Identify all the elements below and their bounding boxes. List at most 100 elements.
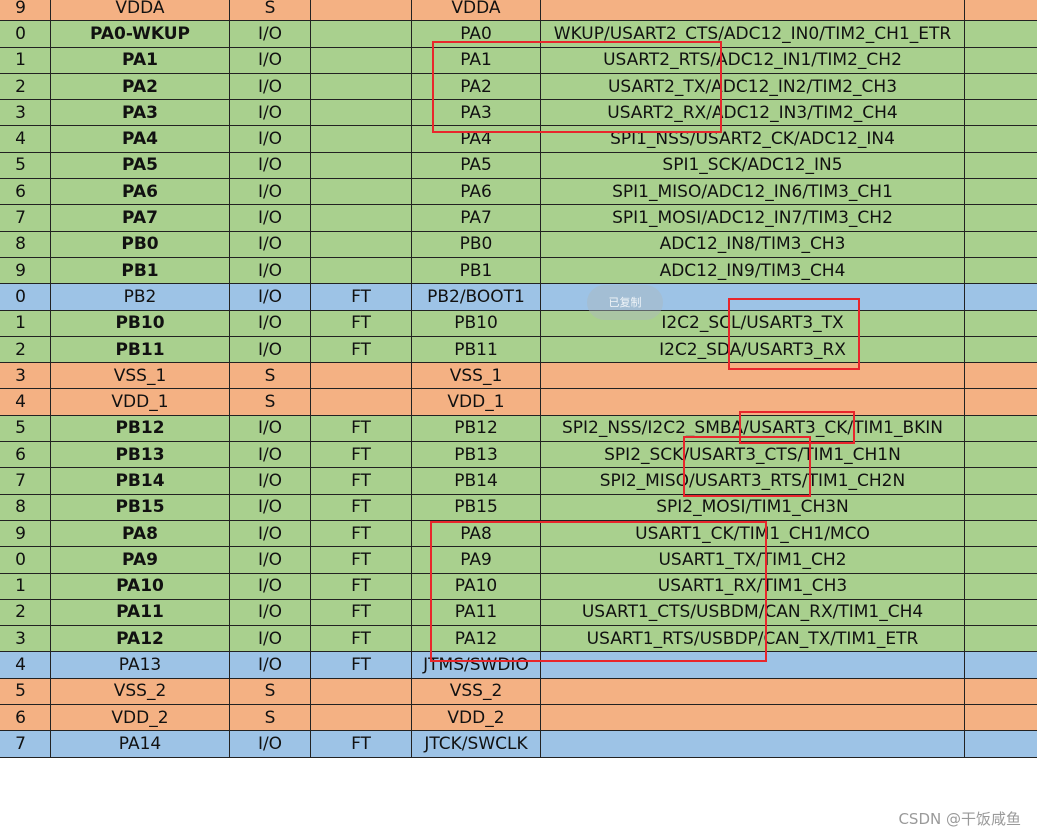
main-function-cell: PA10 — [411, 572, 541, 600]
table-row: 8 PB0 I/O PB0 ADC12_IN8/TIM3_CH3 — [0, 230, 1037, 258]
pin-name-cell: PA3 — [50, 99, 230, 127]
pin-number-cell: 0 — [0, 20, 51, 48]
pin-type-cell: I/O — [229, 99, 311, 127]
alternate-function-cell: SPI1_SCK/ADC12_IN5 — [540, 151, 965, 180]
pin-number-cell: 0 — [0, 546, 51, 574]
pin-type-cell: I/O — [229, 414, 311, 443]
pin-type-cell: I/O — [229, 730, 311, 758]
io-level-cell — [310, 20, 412, 48]
io-level-cell — [310, 99, 412, 127]
remap-cell — [964, 335, 1037, 364]
pin-name-cell: VDD_1 — [50, 388, 230, 416]
remap-cell — [964, 651, 1037, 679]
table-row: 5 PA5 I/O PA5 SPI1_SCK/ADC12_IN5 — [0, 151, 1037, 180]
main-function-cell: PA4 — [411, 125, 541, 153]
io-level-cell — [310, 362, 412, 390]
alternate-function-cell: USART1_RTS/USBDP/CAN_TX/TIM1_ETR — [540, 625, 965, 653]
remap-cell — [964, 493, 1037, 521]
pin-name-cell: VDDA — [50, 0, 230, 22]
pin-name-cell: PA6 — [50, 178, 230, 206]
pin-number-cell: 3 — [0, 99, 51, 127]
io-level-cell — [310, 704, 412, 732]
alternate-function-cell — [540, 0, 965, 22]
pin-name-cell: VDD_2 — [50, 704, 230, 732]
pin-name-cell: PA5 — [50, 151, 230, 180]
pin-number-cell: 1 — [0, 572, 51, 600]
remap-cell — [964, 20, 1037, 48]
pin-type-cell: I/O — [229, 230, 311, 258]
remap-cell — [964, 125, 1037, 153]
main-function-cell: PA1 — [411, 46, 541, 74]
io-level-cell — [310, 72, 412, 101]
remap-cell — [964, 99, 1037, 127]
pin-name-cell: PA0-WKUP — [50, 20, 230, 48]
table-row: 3 PA3 I/O PA3 USART2_RX/ADC12_IN3/TIM2_CH4 — [0, 99, 1037, 127]
main-function-cell: JTCK/SWCLK — [411, 730, 541, 758]
alternate-function-cell: SPI1_MISO/ADC12_IN6/TIM3_CH1 — [540, 178, 965, 206]
pin-name-cell: PB15 — [50, 493, 230, 521]
pin-type-cell: S — [229, 362, 311, 390]
table-row: 2 PA11 I/O FT PA11 USART1_CTS/USBDM/CAN_RX/TI… — [0, 598, 1037, 627]
alternate-function-cell — [540, 730, 965, 758]
remap-cell — [964, 46, 1037, 74]
table-row: 5 PB12 I/O FT PB12 SPI2_NSS/I2C2_SMBA/USART3_… — [0, 414, 1037, 443]
io-level-cell: FT — [310, 572, 412, 600]
pin-type-cell: I/O — [229, 283, 311, 311]
io-level-cell — [310, 388, 412, 416]
pin-name-cell: PA1 — [50, 46, 230, 74]
main-function-cell: PA8 — [411, 519, 541, 548]
table-row: 3 PA12 I/O FT PA12 USART1_RTS/USBDP/CAN_TX/TI… — [0, 625, 1037, 653]
table-row: 6 VDD_2 S VDD_2 — [0, 704, 1037, 732]
main-function-cell: PA11 — [411, 598, 541, 627]
pin-name-cell: VSS_1 — [50, 362, 230, 390]
remap-cell — [964, 256, 1037, 285]
pin-type-cell: I/O — [229, 441, 311, 469]
pin-name-cell: PB12 — [50, 414, 230, 443]
alternate-function-cell: USART1_CTS/USBDM/CAN_RX/TIM1_CH4 — [540, 598, 965, 627]
io-level-cell: FT — [310, 730, 412, 758]
pin-type-cell: I/O — [229, 20, 311, 48]
remap-cell — [964, 309, 1037, 337]
pin-number-cell: 6 — [0, 441, 51, 469]
main-function-cell: PB0 — [411, 230, 541, 258]
pin-table-body: 9 VDDA S VDDA 0 PA0-WKUP I/O PA0 WKUP/USART2_CTS… — [0, 0, 1037, 758]
main-function-cell: VDDA — [411, 0, 541, 22]
pin-definition-table: 9 VDDA S VDDA 0 PA0-WKUP I/O PA0 WKUP/USART2_CTS… — [0, 0, 1037, 758]
pin-number-cell: 6 — [0, 704, 51, 732]
io-level-cell: FT — [310, 651, 412, 679]
main-function-cell: PA5 — [411, 151, 541, 180]
remap-cell — [964, 572, 1037, 600]
table-row: 7 PB14 I/O FT PB14 SPI2_MISO/USART3_RTS/TIM1_… — [0, 467, 1037, 495]
remap-cell — [964, 704, 1037, 732]
main-function-cell: VDD_1 — [411, 388, 541, 416]
alternate-function-cell — [540, 388, 965, 416]
main-function-cell: PB10 — [411, 309, 541, 337]
table-row: 0 PB2 I/O FT PB2/BOOT1 — [0, 283, 1037, 311]
alternate-function-cell: USART2_RTS/ADC12_IN1/TIM2_CH2 — [540, 46, 965, 74]
main-function-cell: PA6 — [411, 178, 541, 206]
remap-cell — [964, 519, 1037, 548]
alternate-function-cell: USART1_RX/TIM1_CH3 — [540, 572, 965, 600]
pin-type-cell: S — [229, 388, 311, 416]
remap-cell — [964, 730, 1037, 758]
io-level-cell — [310, 230, 412, 258]
io-level-cell: FT — [310, 493, 412, 521]
pin-name-cell: PA8 — [50, 519, 230, 548]
remap-cell — [964, 178, 1037, 206]
remap-cell — [964, 204, 1037, 232]
pin-number-cell: 7 — [0, 467, 51, 495]
pin-number-cell: 2 — [0, 598, 51, 627]
table-row: 4 PA13 I/O FT JTMS/SWDIO — [0, 651, 1037, 679]
alternate-function-cell: USART1_TX/TIM1_CH2 — [540, 546, 965, 574]
main-function-cell: VDD_2 — [411, 704, 541, 732]
pin-name-cell: PB14 — [50, 467, 230, 495]
pin-number-cell: 5 — [0, 151, 51, 180]
pin-name-cell: PB0 — [50, 230, 230, 258]
io-level-cell — [310, 204, 412, 232]
pin-type-cell: I/O — [229, 151, 311, 180]
pin-number-cell: 7 — [0, 204, 51, 232]
io-level-cell: FT — [310, 335, 412, 364]
pin-number-cell: 1 — [0, 309, 51, 337]
table-row: 8 PB15 I/O FT PB15 SPI2_MOSI/TIM1_CH3N — [0, 493, 1037, 521]
pin-name-cell: PA4 — [50, 125, 230, 153]
